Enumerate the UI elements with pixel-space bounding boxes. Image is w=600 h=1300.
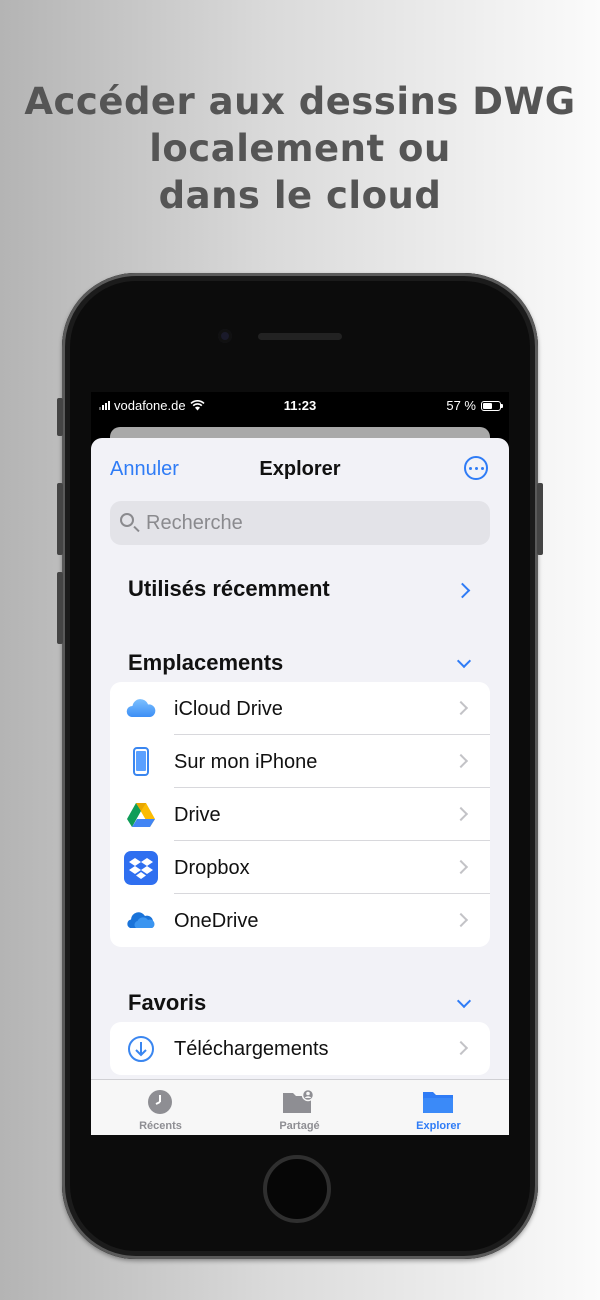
favorites-header-label: Favoris xyxy=(128,990,207,1015)
chevron-right-icon xyxy=(453,1040,469,1056)
chevron-right-icon xyxy=(453,912,469,928)
earpiece-speaker xyxy=(258,333,342,340)
phone-screen: vodafone.de 11:23 57 % Annuler Explorer … xyxy=(91,392,509,1135)
tab-label: Récents xyxy=(139,1120,182,1132)
search-bar[interactable] xyxy=(110,501,490,545)
front-camera xyxy=(218,329,232,343)
location-item-dropbox[interactable]: Dropbox xyxy=(110,841,490,894)
more-options-icon[interactable] xyxy=(464,456,488,480)
location-label: OneDrive xyxy=(174,910,259,932)
recent-label: Utilisés récemment xyxy=(128,576,330,601)
headline-line-1: Accéder aux dessins DWG xyxy=(24,80,576,123)
headline-line-3: dans le cloud xyxy=(158,174,442,217)
headline-line-2: localement ou xyxy=(149,127,451,170)
google-drive-icon xyxy=(127,803,155,827)
location-label: iCloud Drive xyxy=(174,698,283,720)
search-input[interactable] xyxy=(146,501,476,545)
onedrive-icon xyxy=(127,912,155,928)
chevron-right-icon xyxy=(453,859,469,875)
shared-folder-icon xyxy=(283,1089,315,1113)
locations-list: iCloud Drive Sur mon iPhone Drive Dropbo… xyxy=(110,682,490,947)
favorite-item-downloads[interactable]: Téléchargements xyxy=(110,1022,490,1075)
volume-up-button xyxy=(57,483,63,555)
search-icon xyxy=(120,513,134,527)
location-label: Drive xyxy=(174,804,221,826)
clock-icon xyxy=(148,1090,172,1114)
home-button[interactable] xyxy=(263,1155,331,1223)
location-item-on-my-iphone[interactable]: Sur mon iPhone xyxy=(110,735,490,788)
tab-bar: Récents Partagé Explorer xyxy=(91,1079,509,1135)
icloud-icon xyxy=(126,699,156,717)
favorites-list: Téléchargements xyxy=(110,1022,490,1075)
folder-icon xyxy=(423,1092,453,1113)
chevron-right-icon xyxy=(453,700,469,716)
power-button xyxy=(537,483,543,555)
chevron-right-icon xyxy=(453,806,469,822)
favorites-header[interactable]: Favoris xyxy=(128,990,478,1016)
tab-recents[interactable]: Récents xyxy=(91,1080,230,1135)
location-label: Sur mon iPhone xyxy=(174,751,318,773)
volume-down-button xyxy=(57,572,63,644)
dropbox-icon xyxy=(124,851,158,885)
status-bar: vodafone.de 11:23 57 % xyxy=(91,392,509,420)
nav-bar: Annuler Explorer xyxy=(91,438,509,500)
tab-label: Explorer xyxy=(416,1120,461,1132)
location-item-drive[interactable]: Drive xyxy=(110,788,490,841)
location-item-icloud-drive[interactable]: iCloud Drive xyxy=(110,682,490,735)
tab-label: Partagé xyxy=(279,1120,320,1132)
promo-headline: Accéder aux dessins DWG localement ou da… xyxy=(0,78,600,219)
locations-header[interactable]: Emplacements xyxy=(128,650,478,676)
location-item-onedrive[interactable]: OneDrive xyxy=(110,894,490,947)
mute-switch xyxy=(57,398,63,436)
tab-explorer[interactable]: Explorer xyxy=(369,1080,508,1135)
battery-info: 57 % xyxy=(446,398,503,413)
nav-title: Explorer xyxy=(259,458,341,480)
tab-shared[interactable]: Partagé xyxy=(230,1080,369,1135)
iphone-icon xyxy=(133,747,149,776)
locations-header-label: Emplacements xyxy=(128,650,284,675)
files-picker-sheet: Annuler Explorer Utilisés récemment Empl… xyxy=(91,438,509,1135)
battery-percent: 57 % xyxy=(446,398,476,413)
recent-row[interactable]: Utilisés récemment xyxy=(128,576,478,602)
battery-icon xyxy=(481,400,503,411)
chevron-right-icon xyxy=(453,753,469,769)
location-label: Dropbox xyxy=(174,857,250,879)
favorite-label: Téléchargements xyxy=(174,1038,329,1060)
download-icon xyxy=(128,1036,154,1062)
